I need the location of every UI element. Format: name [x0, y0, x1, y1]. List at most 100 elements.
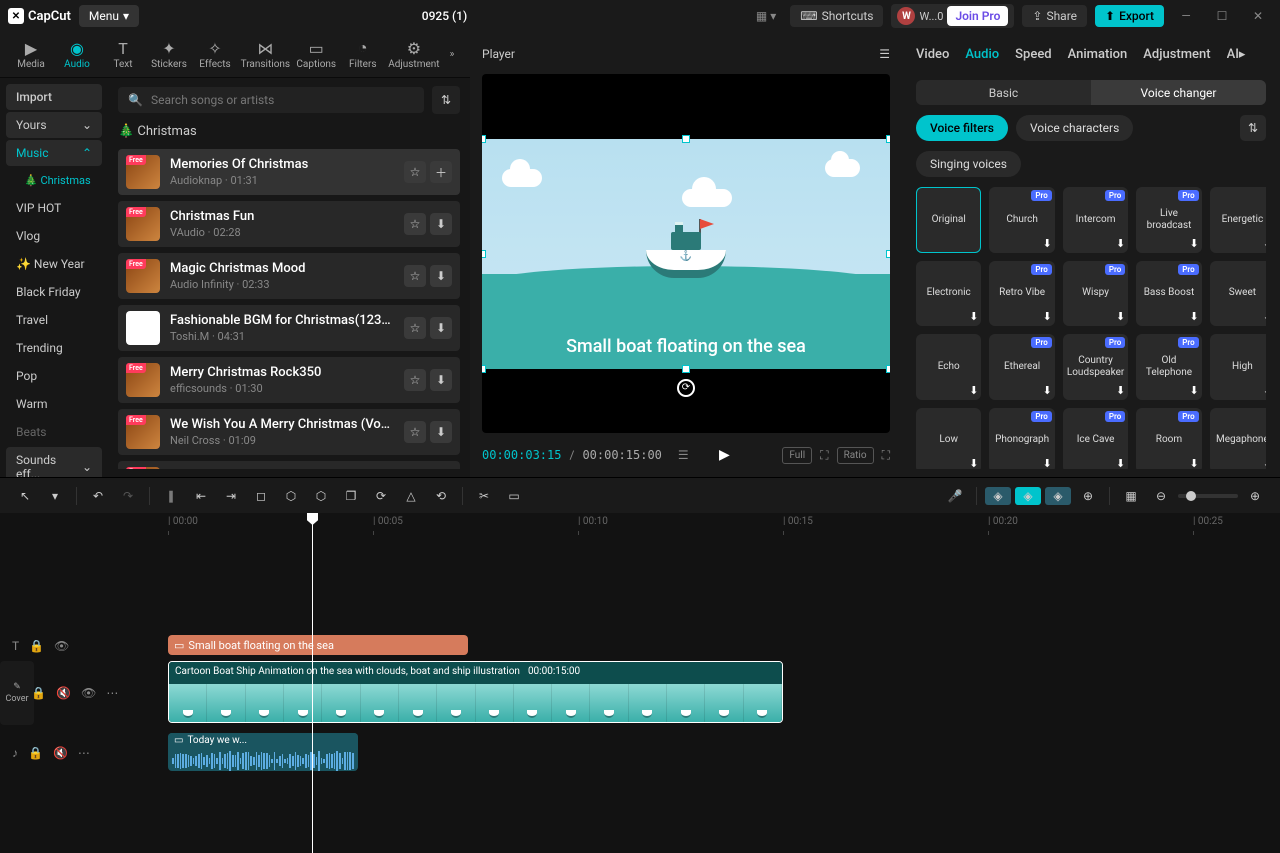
share-button[interactable]: ⇪ Share: [1022, 5, 1087, 27]
sidebar-vlog[interactable]: Vlog: [6, 223, 102, 249]
download-icon[interactable]: ⬇: [1189, 384, 1198, 397]
zoom-slider[interactable]: [1178, 494, 1238, 498]
ratio-button[interactable]: Ratio: [837, 447, 874, 464]
download-icon[interactable]: ⬇: [969, 310, 978, 323]
split-tool[interactable]: ∥: [158, 483, 184, 509]
download-icon[interactable]: ⬇: [1116, 457, 1125, 469]
download-icon[interactable]: ⬇: [1263, 237, 1266, 250]
select-dropdown[interactable]: ▾: [42, 483, 68, 509]
snap-toggle-3[interactable]: ◈: [1045, 487, 1071, 505]
tab-adjustment[interactable]: ⚙Adjustment: [386, 35, 442, 74]
chip-voice-characters[interactable]: Voice characters: [1016, 115, 1133, 141]
fullscreen-icon[interactable]: ⛶: [882, 448, 890, 463]
sidebar-new-year[interactable]: ✨ New Year: [6, 251, 102, 277]
download-icon[interactable]: ⬇: [1263, 310, 1266, 323]
trim-left-tool[interactable]: ⇤: [188, 483, 214, 509]
mute-icon[interactable]: 🔇: [53, 746, 68, 760]
sidebar-christmas[interactable]: 🎄 Christmas: [6, 168, 102, 193]
select-tool[interactable]: ↖: [12, 483, 38, 509]
voice-filter-item[interactable]: Pro Live broadcast ⬇: [1136, 187, 1201, 252]
download-icon[interactable]: ⬇: [1116, 310, 1125, 323]
more-icon[interactable]: ⋯: [106, 686, 118, 700]
song-item[interactable]: Free Christmas Fun VAudio · 02:28 ☆ ⬇: [118, 201, 460, 247]
voice-filter-item[interactable]: Sweet ⬇: [1210, 261, 1266, 326]
playhead[interactable]: [312, 513, 313, 853]
mic-button[interactable]: 🎤: [942, 483, 968, 509]
voice-filter-item[interactable]: Pro Retro Vibe ⬇: [989, 261, 1054, 326]
voice-filter-item[interactable]: Energetic ⬇: [1210, 187, 1266, 252]
full-button[interactable]: Full: [782, 447, 812, 464]
zoom-in-button[interactable]: ⊕: [1242, 483, 1268, 509]
sidebar-pop[interactable]: Pop: [6, 363, 102, 389]
voice-filter-item[interactable]: Electronic ⬇: [916, 261, 981, 326]
lock-icon[interactable]: 🔒: [29, 639, 44, 653]
voice-filter-item[interactable]: Echo ⬇: [916, 334, 981, 399]
sidebar-vip-hot[interactable]: VIP HOT: [6, 195, 102, 221]
player-menu-icon[interactable]: ☰: [879, 47, 890, 61]
video-clip[interactable]: Cartoon Boat Ship Animation on the sea w…: [168, 661, 783, 723]
sounds-button[interactable]: Sounds eff...⌄: [6, 447, 102, 477]
download-icon[interactable]: ⬇: [1043, 310, 1052, 323]
undo-button[interactable]: ↶: [85, 483, 111, 509]
preview[interactable]: ⚓ Small boat floating on the sea ⟳: [482, 74, 890, 433]
join-pro-button[interactable]: Join Pro: [947, 6, 1008, 26]
download-icon[interactable]: ⬇: [1189, 457, 1198, 469]
play-button[interactable]: ▶: [719, 447, 730, 463]
download-icon[interactable]: ⬇: [1116, 384, 1125, 397]
favorite-button[interactable]: ☆: [404, 317, 426, 339]
track-opts[interactable]: ▦: [1118, 483, 1144, 509]
prop-tab-adjustment[interactable]: Adjustment: [1143, 47, 1210, 62]
snap-toggle-1[interactable]: ◈: [985, 487, 1011, 505]
more-icon[interactable]: ⋯: [78, 746, 90, 760]
close-button[interactable]: ✕: [1244, 2, 1272, 30]
voice-filter-item[interactable]: Pro Wispy ⬇: [1063, 261, 1128, 326]
audio-clip[interactable]: ▭Today we w...: [168, 733, 358, 771]
shortcuts-button[interactable]: ⌨ Shortcuts: [790, 5, 883, 27]
search-input[interactable]: 🔍 Search songs or artists: [118, 87, 424, 113]
voice-filter-item[interactable]: Megaphone ⬇: [1210, 408, 1266, 470]
prop-tab-audio[interactable]: Audio: [965, 47, 999, 62]
tab-media[interactable]: ▶Media: [8, 35, 54, 74]
prop-tab-speed[interactable]: Speed: [1015, 47, 1051, 62]
tab-captions[interactable]: ▭Captions: [293, 35, 340, 74]
sub-tab-basic[interactable]: Basic: [916, 80, 1091, 106]
download-icon[interactable]: ⬇: [1263, 457, 1266, 469]
timeline-ruler[interactable]: | 00:00 | 00:05 | 00:10 | 00:15 | 00:20 …: [128, 513, 1280, 535]
voice-filter-item[interactable]: Pro Room ⬇: [1136, 408, 1201, 470]
favorite-button[interactable]: ☆: [404, 213, 426, 235]
voice-filter-item[interactable]: Original: [916, 187, 981, 252]
download-icon[interactable]: ⬇: [969, 384, 978, 397]
filter-sort-button[interactable]: ⇅: [432, 86, 460, 114]
yours-button[interactable]: Yours⌄: [6, 112, 102, 138]
download-icon[interactable]: ⬇: [1189, 237, 1198, 250]
download-button[interactable]: ⬇: [430, 369, 452, 391]
chip-voice-filters[interactable]: Voice filters: [916, 115, 1008, 141]
download-button[interactable]: ⬇: [430, 421, 452, 443]
voice-filter-item[interactable]: High ⬇: [1210, 334, 1266, 399]
copy-tool[interactable]: ❐: [338, 483, 364, 509]
download-icon[interactable]: ⬇: [1043, 384, 1052, 397]
tab-filters[interactable]: ◔Filters: [340, 35, 386, 74]
sort-button[interactable]: ⇅: [1240, 115, 1266, 141]
download-button[interactable]: ⬇: [430, 317, 452, 339]
crop2-tool[interactable]: ✂: [471, 483, 497, 509]
voice-filter-item[interactable]: Pro Intercom ⬇: [1063, 187, 1128, 252]
link-tool[interactable]: ⊕: [1075, 483, 1101, 509]
sidebar-warm[interactable]: Warm: [6, 391, 102, 417]
frame-tool[interactable]: ▭: [501, 483, 527, 509]
tab-transitions[interactable]: ⋈Transitions: [238, 35, 293, 74]
song-item[interactable]: Free We Wish You A Merry Christmas (Voca…: [118, 409, 460, 455]
redo-button[interactable]: ↷: [115, 483, 141, 509]
import-button[interactable]: Import: [6, 84, 102, 110]
marker-tool[interactable]: ⬡: [278, 483, 304, 509]
cover-button[interactable]: ✎ Cover: [0, 661, 34, 725]
lock-icon[interactable]: 🔒: [28, 746, 43, 760]
favorite-button[interactable]: ☆: [404, 421, 426, 443]
song-item[interactable]: Free Memories Of Christmas Audioknap · 0…: [118, 149, 460, 195]
prop-tab-ai[interactable]: AI▸: [1227, 47, 1249, 62]
download-icon[interactable]: ⬇: [1263, 384, 1266, 397]
download-icon[interactable]: ⬇: [1189, 310, 1198, 323]
song-item[interactable]: Free Christmas Gifts Full Length ☆ ⬇: [118, 461, 460, 469]
rotate-tool[interactable]: ⟳: [368, 483, 394, 509]
favorite-button[interactable]: ☆: [404, 265, 426, 287]
